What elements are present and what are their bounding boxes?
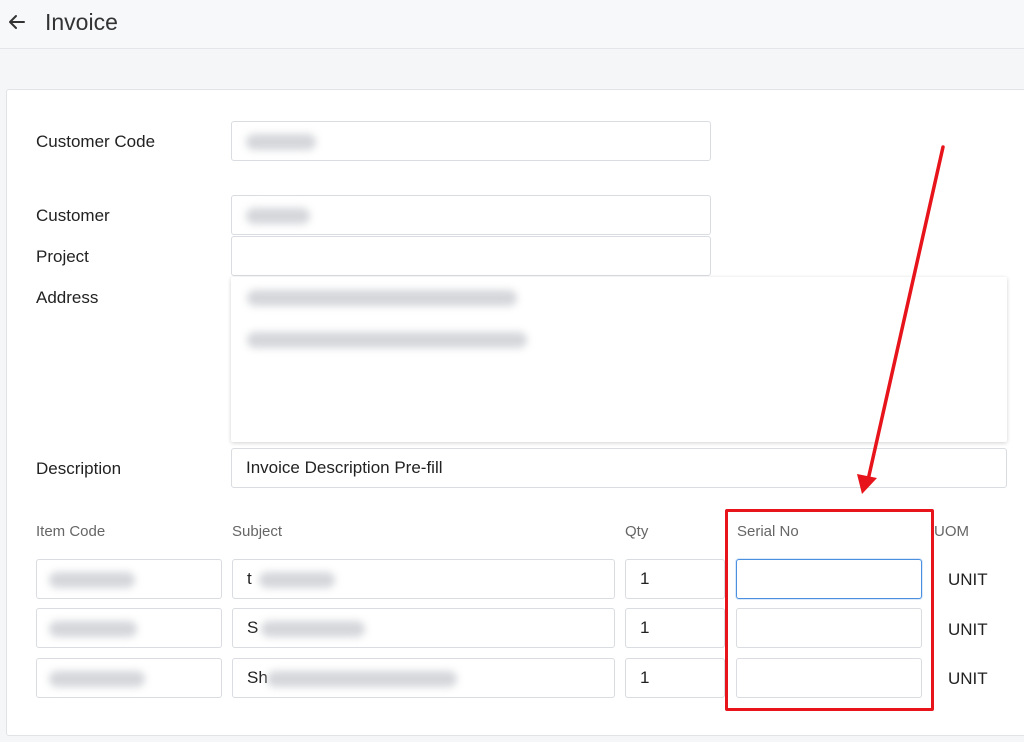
annotation-arrow-icon [857, 145, 945, 494]
